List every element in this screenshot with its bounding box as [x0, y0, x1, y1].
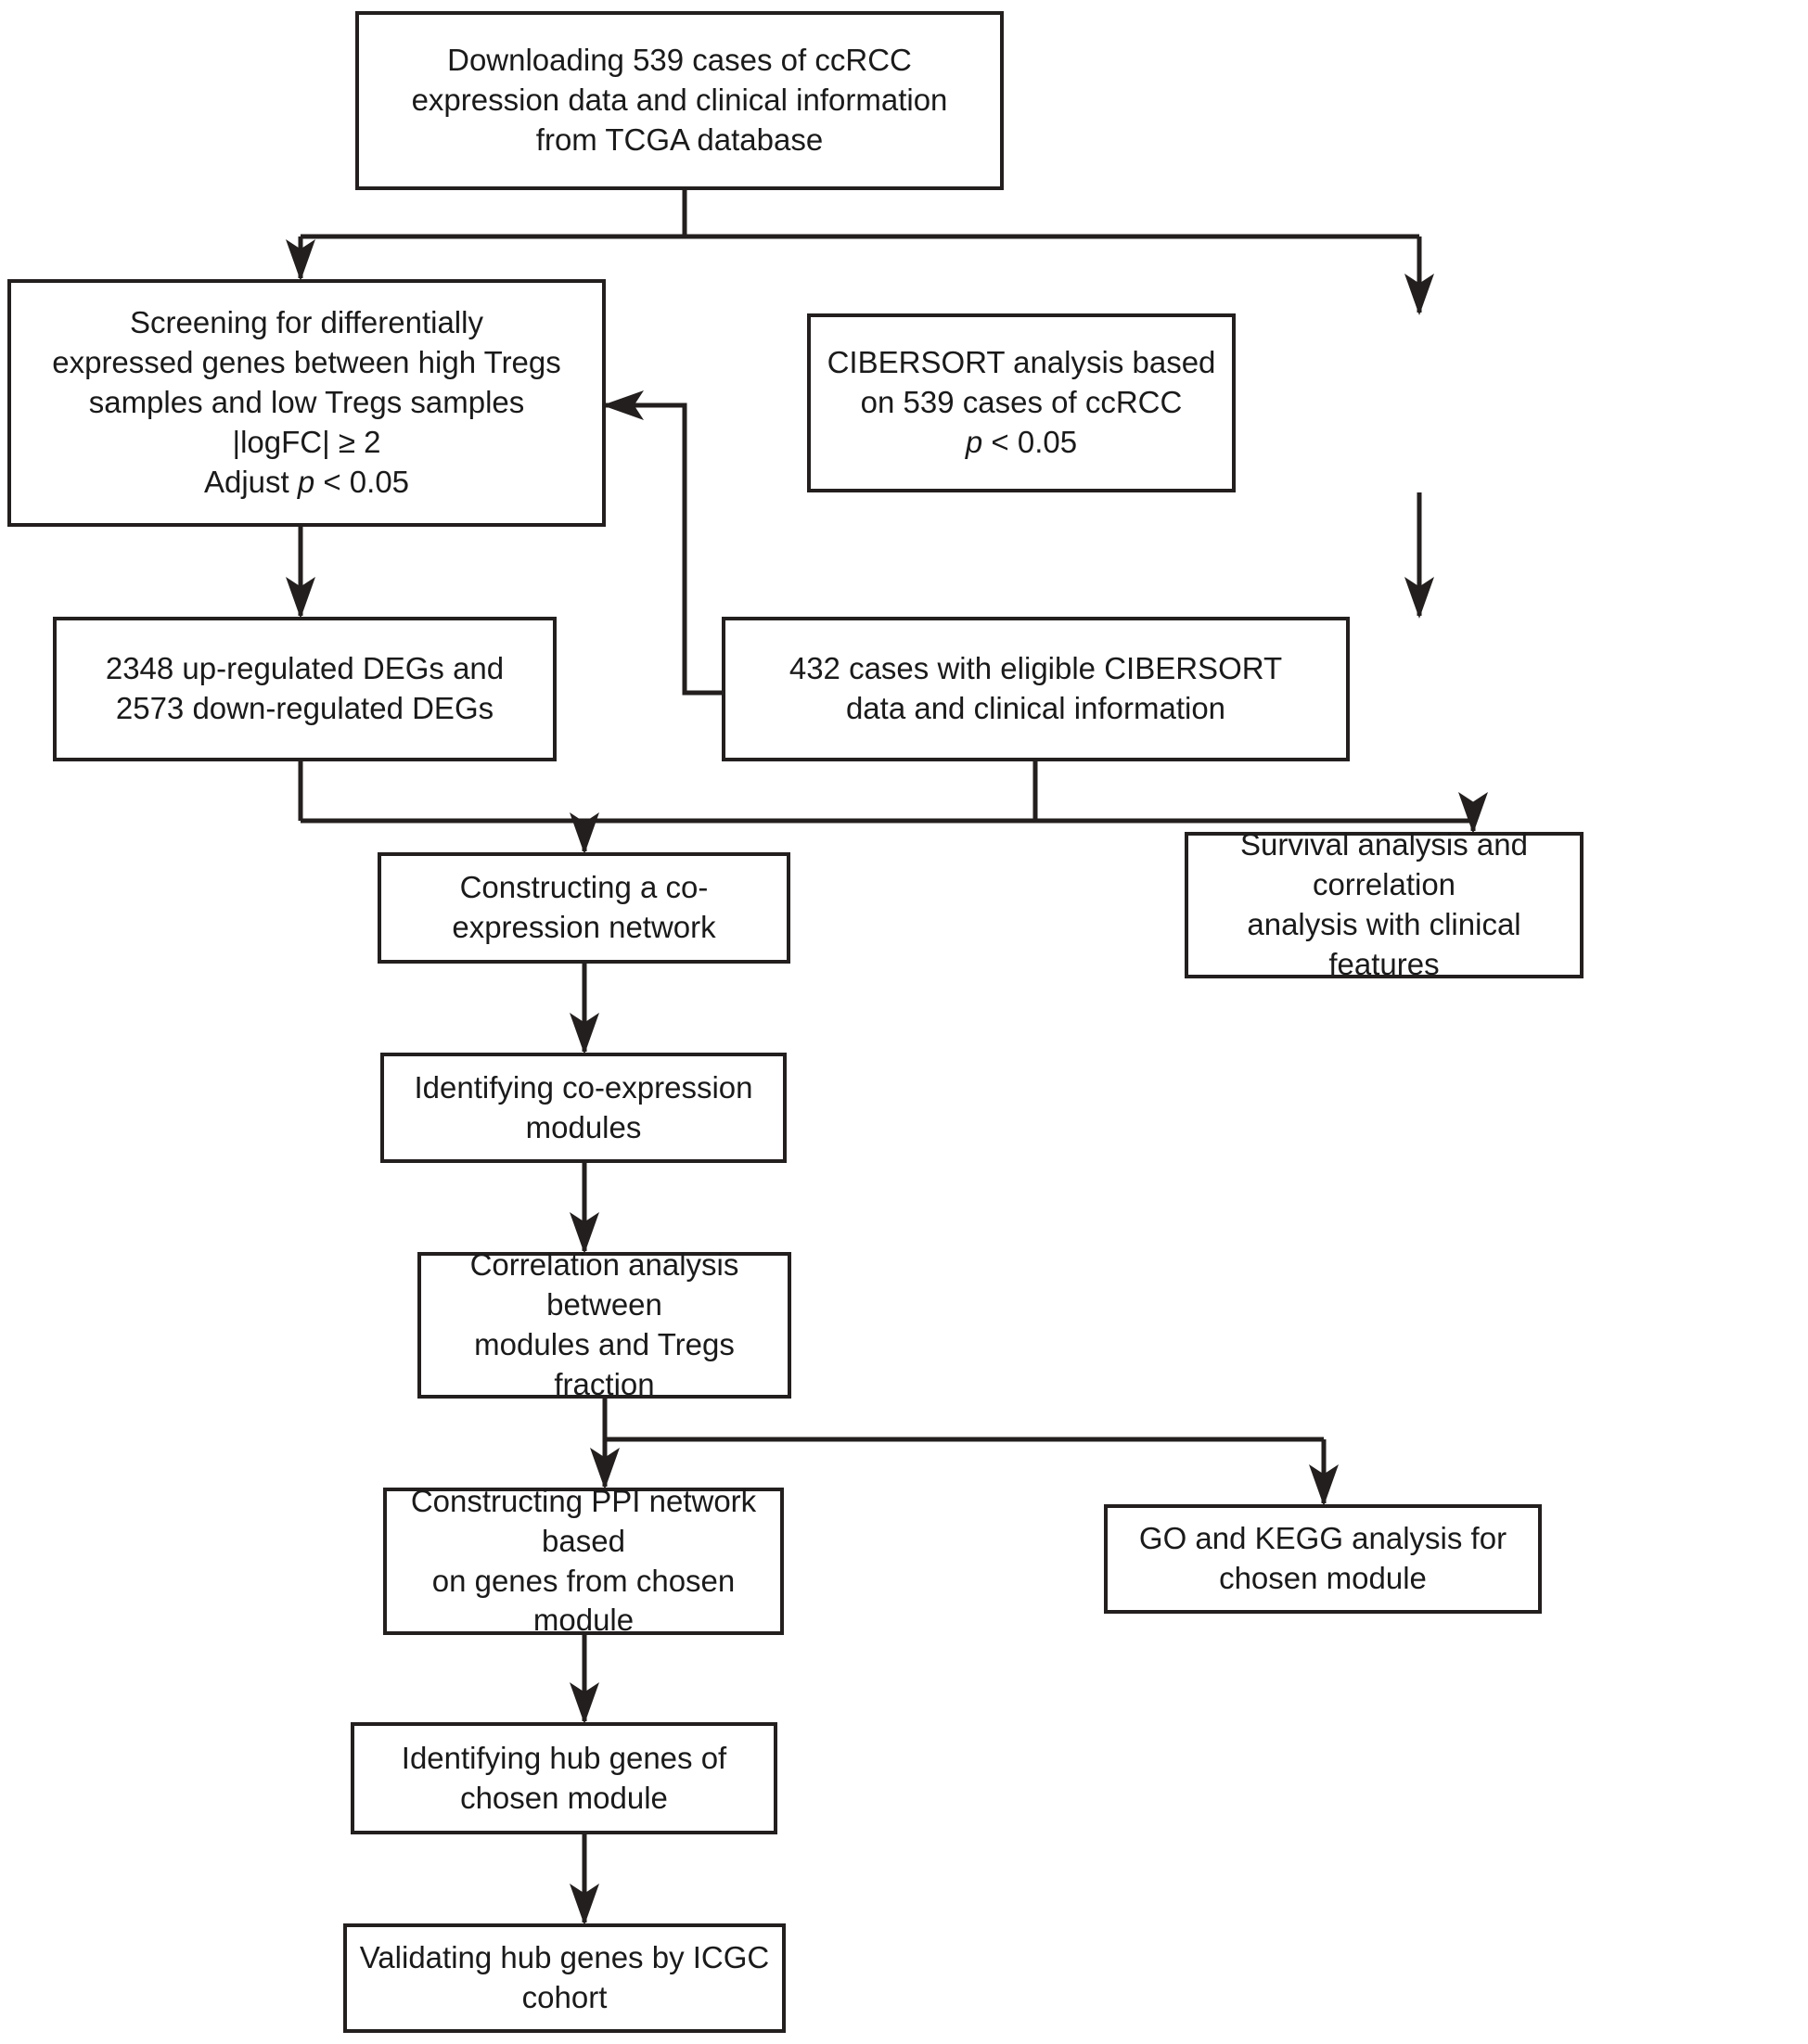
constructing-ppi-network-box: Constructing PPI network based on genes …	[383, 1484, 784, 1637]
edge-eligible-to-screening-feedback	[601, 390, 722, 696]
cibersort-line-2: on 539 cases of ccRCC	[860, 385, 1183, 420]
survival-correlation-text: Survival analysis and correlation analys…	[1240, 827, 1528, 981]
eligible-cases-box: 432 cases with eligible CIBERSORT data a…	[722, 617, 1350, 761]
cibersort-p-symbol: p	[965, 424, 983, 459]
screening-line-3: samples and low Tregs samples	[88, 385, 525, 420]
identifying-hub-genes-text: Identifying hub genes of chosen module	[401, 1740, 727, 1815]
screening-line-5-suffix: < 0.05	[314, 464, 410, 499]
screening-degs-text: Screening for differentially expressed ge…	[43, 303, 571, 502]
correlation-modules-tregs-text: Correlation analysis between modules and…	[469, 1247, 739, 1401]
screening-degs-box: Screening for differentially expressed ge…	[7, 279, 606, 527]
screening-line-5-prefix: Adjust	[203, 464, 298, 499]
degs-counts-box: 2348 up-regulated DEGs and 2573 down-reg…	[53, 617, 557, 761]
download-tcga-text: Downloading 539 cases of ccRCC expressio…	[411, 43, 948, 157]
go-kegg-analysis-box: GO and KEGG analysis for chosen module	[1104, 1504, 1542, 1614]
screening-p-symbol: p	[297, 464, 315, 499]
download-tcga-box: Downloading 539 cases of ccRCC expressio…	[355, 11, 1004, 190]
go-kegg-analysis-text: GO and KEGG analysis for chosen module	[1138, 1521, 1507, 1595]
identifying-modules-box: Identifying co-expression modules	[380, 1053, 787, 1163]
constructing-coexpression-network-box: Constructing a co-expression network	[378, 852, 790, 964]
cibersort-line-1: CIBERSORT analysis based	[827, 345, 1216, 380]
constructing-coexpression-network-text: Constructing a co-expression network	[452, 870, 716, 944]
validating-hub-genes-box: Validating hub genes by ICGC cohort	[343, 1923, 786, 2033]
survival-correlation-box: Survival analysis and correlation analys…	[1185, 827, 1584, 981]
correlation-modules-tregs-box: Correlation analysis between modules and…	[417, 1247, 791, 1401]
validating-hub-genes-text: Validating hub genes by ICGC cohort	[359, 1940, 770, 2014]
cibersort-line-3-suffix: < 0.05	[982, 424, 1078, 459]
cibersort-analysis-text: CIBERSORT analysis based on 539 cases of …	[818, 343, 1225, 463]
screening-line-1: Screening for differentially	[130, 305, 483, 340]
identifying-hub-genes-box: Identifying hub genes of chosen module	[351, 1722, 777, 1834]
cibersort-analysis-box: CIBERSORT analysis based on 539 cases of …	[807, 313, 1236, 492]
eligible-cases-text: 432 cases with eligible CIBERSORT data a…	[789, 651, 1283, 725]
constructing-ppi-network-text: Constructing PPI network based on genes …	[410, 1483, 757, 1638]
screening-line-4: |logFC| ≥ 2	[232, 424, 381, 459]
screening-line-2: expressed genes between high Tregs	[52, 345, 561, 380]
identifying-modules-text: Identifying co-expression modules	[414, 1069, 753, 1144]
flowchart-canvas: Downloading 539 cases of ccRCC expressio…	[0, 0, 1808, 2044]
degs-counts-text: 2348 up-regulated DEGs and 2573 down-reg…	[105, 651, 505, 725]
